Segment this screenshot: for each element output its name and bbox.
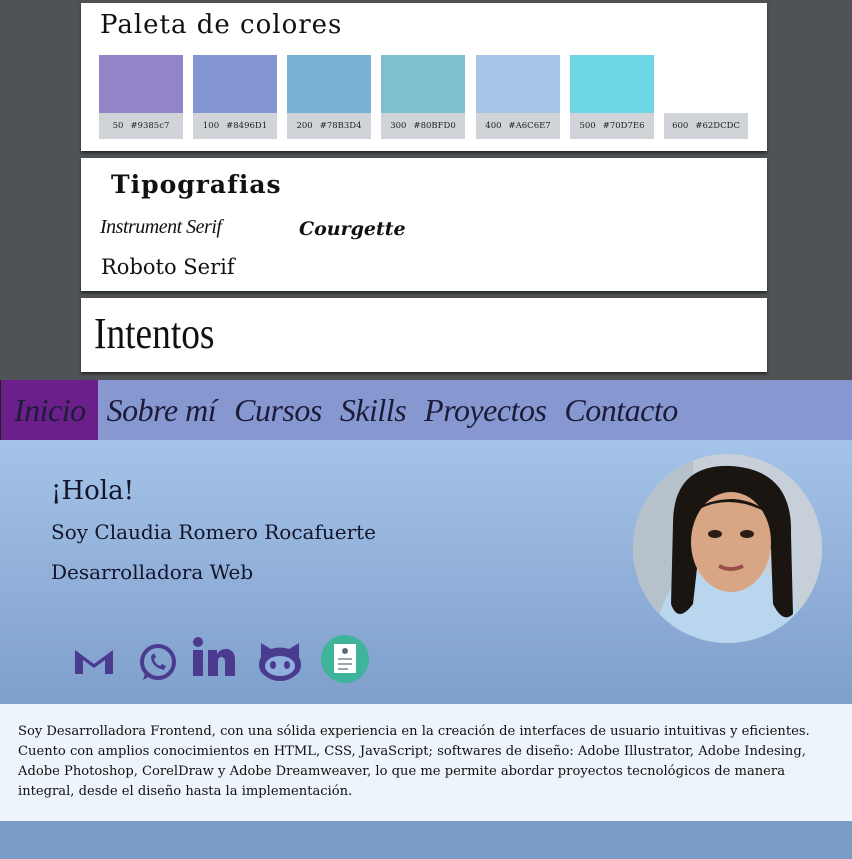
- swatch-label: 50 #9385c7: [99, 113, 183, 139]
- swatch-number: 500: [579, 121, 596, 131]
- hero-name: Soy Claudia Romero Rocafuerte: [51, 520, 377, 544]
- typography-card: Tipografias Instrument Serif Courgette R…: [81, 158, 767, 291]
- swatch-400: 400 #A6C6E7: [476, 55, 560, 139]
- swatch-hex: #78B3D4: [319, 121, 362, 131]
- swatch-number: 300: [390, 121, 407, 131]
- swatch-label: 600 #62DCDC: [664, 113, 748, 139]
- gmail-icon[interactable]: [72, 644, 116, 682]
- hero-section: ¡Hola! Soy Claudia Romero Rocafuerte Des…: [0, 440, 852, 704]
- swatch-200: 200 #78B3D4: [287, 55, 371, 139]
- swatch-500: 500 #70D7E6: [570, 55, 654, 139]
- swatch-label: 500 #70D7E6: [570, 113, 654, 139]
- intentos-title: Intentos: [94, 309, 215, 358]
- swatch-hex: #70D7E6: [602, 121, 645, 131]
- swatch-label: 300 #80BFD0: [381, 113, 465, 139]
- swatch-chip: [476, 55, 560, 113]
- swatch-600: 600 #62DCDC: [664, 55, 748, 139]
- nav-item-sobre-mi[interactable]: Sobre mí: [98, 380, 225, 440]
- swatch-50: 50 #9385c7: [99, 55, 183, 139]
- swatch-chip: [99, 55, 183, 113]
- swatch-label: 200 #78B3D4: [287, 113, 371, 139]
- swatch-hex: #80BFD0: [413, 121, 456, 131]
- swatch-chip: [664, 55, 748, 113]
- swatch-number: 400: [485, 121, 502, 131]
- swatch-label: 400 #A6C6E7: [476, 113, 560, 139]
- github-icon[interactable]: [257, 639, 303, 687]
- swatch-label: 100 #8496D1: [193, 113, 277, 139]
- swatch-hex: #62DCDC: [695, 121, 740, 131]
- about-paragraph: Soy Desarrolladora Frontend, con una sól…: [18, 724, 810, 799]
- swatch-chip: [381, 55, 465, 113]
- swatch-chip: [287, 55, 371, 113]
- typography-title: Tipografias: [111, 170, 282, 199]
- footer-band: [0, 821, 852, 859]
- nav-item-skills[interactable]: Skills: [331, 380, 415, 440]
- about-section: Soy Desarrolladora Frontend, con una sól…: [0, 704, 852, 821]
- whatsapp-icon[interactable]: [137, 642, 179, 688]
- nav-item-proyectos[interactable]: Proyectos: [415, 380, 555, 440]
- palette-title: Paleta de colores: [100, 10, 343, 40]
- swatch-number: 100: [202, 121, 220, 131]
- intentos-card: Intentos: [81, 298, 767, 372]
- swatch-hex: #9385c7: [130, 121, 170, 131]
- nav-item-cursos[interactable]: Cursos: [225, 380, 331, 440]
- swatch-chip: [193, 55, 277, 113]
- swatch-number: 200: [296, 121, 313, 131]
- font-sample-instrument-serif: Instrument Serif: [100, 216, 222, 238]
- swatch-chip: [570, 55, 654, 113]
- hero-greeting: ¡Hola!: [51, 476, 135, 506]
- swatch-300: 300 #80BFD0: [381, 55, 465, 139]
- linkedin-icon[interactable]: [192, 636, 236, 682]
- swatch-number: 600: [672, 121, 689, 131]
- site-nav: Inicio Sobre mí Cursos Skills Proyectos …: [0, 380, 852, 440]
- resume-icon[interactable]: [320, 634, 370, 688]
- swatch-hex: #8496D1: [226, 121, 268, 131]
- font-sample-roboto-serif: Roboto Serif: [101, 255, 235, 279]
- avatar: [633, 454, 822, 643]
- palette-card: Paleta de colores 50 #9385c7 100 #8496D1 2…: [81, 3, 767, 151]
- swatch-number: 50: [112, 121, 124, 131]
- hero-role: Desarrolladora Web: [51, 560, 254, 584]
- font-sample-courgette: Courgette: [299, 218, 406, 240]
- nav-item-contacto[interactable]: Contacto: [555, 380, 686, 440]
- nav-item-inicio[interactable]: Inicio: [1, 380, 98, 440]
- swatch-100: 100 #8496D1: [193, 55, 277, 139]
- swatch-hex: #A6C6E7: [508, 121, 551, 131]
